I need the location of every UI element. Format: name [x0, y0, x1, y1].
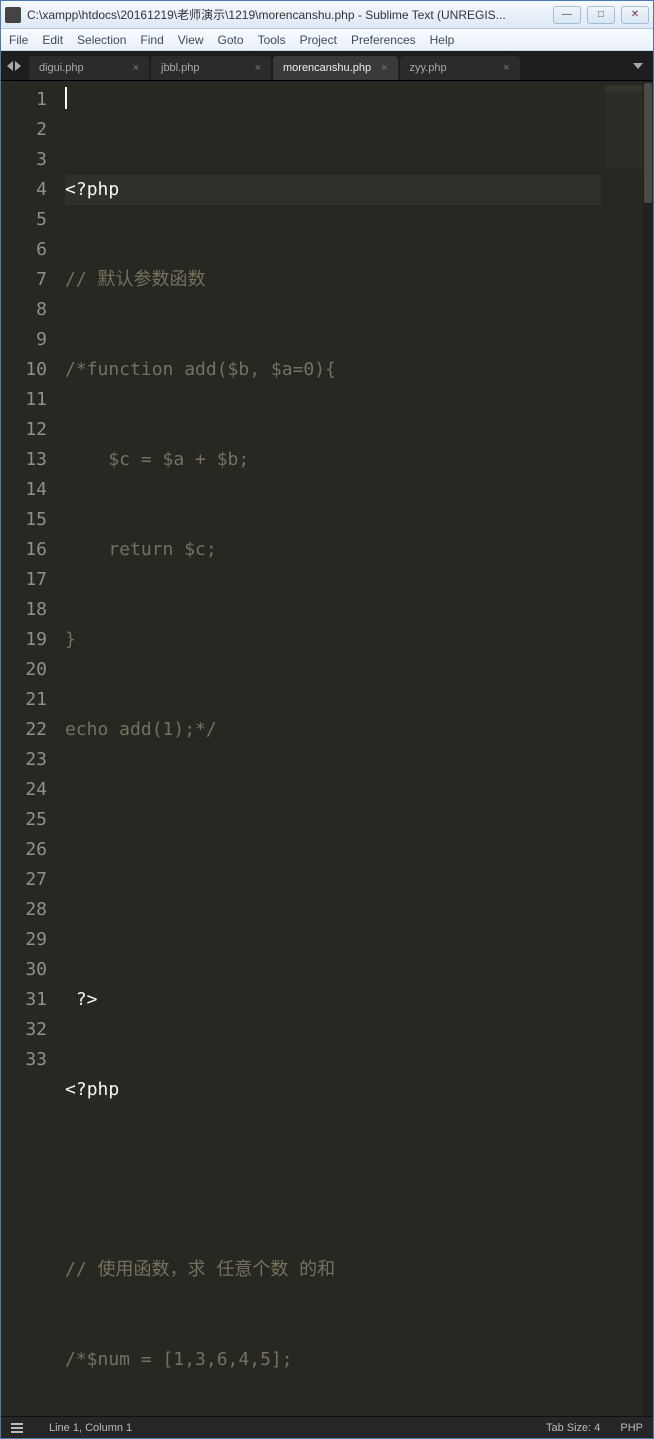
line-number: 5 [1, 205, 47, 235]
close-icon[interactable]: × [381, 62, 387, 74]
tab-jbbl[interactable]: jbbl.php × [151, 56, 271, 80]
line-number: 17 [1, 565, 47, 595]
menu-help[interactable]: Help [430, 33, 455, 47]
line-number: 27 [1, 865, 47, 895]
line-number: 19 [1, 625, 47, 655]
line-gutter: 1 2 3 4 5 6 7 8 9 10 11 12 13 14 15 16 1… [1, 81, 57, 1416]
chevron-down-icon [633, 63, 643, 69]
scrollbar-thumb[interactable] [644, 83, 652, 203]
line-number: 7 [1, 265, 47, 295]
code-content[interactable]: <?php // 默认参数函数 /*function add($b, $a=0)… [57, 81, 601, 1416]
tab-label: jbbl.php [161, 62, 200, 74]
menu-view[interactable]: View [178, 33, 204, 47]
line-number: 31 [1, 985, 47, 1015]
menu-project[interactable]: Project [300, 33, 337, 47]
code-line: <?php [65, 175, 601, 205]
code-line: return $c; [65, 535, 601, 565]
line-number: 20 [1, 655, 47, 685]
line-number: 16 [1, 535, 47, 565]
window-titlebar: C:\xampp\htdocs\20161219\老师演示\1219\moren… [1, 1, 653, 29]
line-number: 22 [1, 715, 47, 745]
line-number: 28 [1, 895, 47, 925]
line-number: 30 [1, 955, 47, 985]
code-line: } [65, 625, 601, 655]
tab-label: zyy.php [410, 62, 447, 74]
code-line [65, 895, 601, 925]
menu-preferences[interactable]: Preferences [351, 33, 416, 47]
line-number: 4 [1, 175, 47, 205]
menu-goto[interactable]: Goto [218, 33, 244, 47]
line-number: 21 [1, 685, 47, 715]
status-language[interactable]: PHP [620, 1422, 643, 1434]
menu-selection[interactable]: Selection [77, 33, 126, 47]
window-title: C:\xampp\htdocs\20161219\老师演示\1219\moren… [27, 6, 553, 23]
status-cursor[interactable]: Line 1, Column 1 [49, 1422, 132, 1434]
status-tabsize[interactable]: Tab Size: 4 [546, 1422, 600, 1434]
app-icon [5, 7, 21, 23]
menu-bar: File Edit Selection Find View Goto Tools… [1, 29, 653, 51]
window-controls: — □ ✕ [553, 6, 649, 24]
line-number: 13 [1, 445, 47, 475]
menu-icon[interactable] [11, 1423, 23, 1433]
minimize-button[interactable]: — [553, 6, 581, 24]
text-cursor [65, 87, 67, 109]
line-number: 18 [1, 595, 47, 625]
close-icon[interactable]: × [503, 62, 509, 74]
line-number: 33 [1, 1045, 47, 1075]
line-number: 29 [1, 925, 47, 955]
tab-zyy[interactable]: zyy.php × [400, 56, 520, 80]
menu-find[interactable]: Find [140, 33, 163, 47]
editor-area[interactable]: 1 2 3 4 5 6 7 8 9 10 11 12 13 14 15 16 1… [1, 81, 653, 1416]
code-line: /*$num = [1,3,6,4,5]; [65, 1345, 601, 1375]
line-number: 8 [1, 295, 47, 325]
line-number: 23 [1, 745, 47, 775]
menu-edit[interactable]: Edit [42, 33, 63, 47]
line-number: 15 [1, 505, 47, 535]
line-number: 24 [1, 775, 47, 805]
line-number: 10 [1, 355, 47, 385]
code-line [65, 805, 601, 835]
line-number: 14 [1, 475, 47, 505]
line-number: 2 [1, 115, 47, 145]
line-number: 1 [1, 85, 47, 115]
code-line: // 使用函数，求 任意个数 的和 [65, 1255, 601, 1285]
code-line: echo add(1);*/ [65, 715, 601, 745]
line-number: 11 [1, 385, 47, 415]
tab-overflow[interactable] [635, 61, 641, 71]
chevron-right-icon [15, 61, 21, 71]
tab-digui[interactable]: digui.php × [29, 56, 149, 80]
line-number: 6 [1, 235, 47, 265]
tab-morencanshu[interactable]: morencanshu.php × [273, 56, 398, 80]
tab-bar: digui.php × jbbl.php × morencanshu.php ×… [1, 51, 653, 81]
line-number: 3 [1, 145, 47, 175]
menu-tools[interactable]: Tools [258, 33, 286, 47]
line-number: 9 [1, 325, 47, 355]
line-number: 12 [1, 415, 47, 445]
code-line: ?> [65, 985, 601, 1015]
code-line: $c = $a + $b; [65, 445, 601, 475]
close-icon[interactable]: × [133, 62, 139, 74]
code-line: // 默认参数函数 [65, 265, 601, 295]
line-number: 25 [1, 805, 47, 835]
tab-label: morencanshu.php [283, 62, 371, 74]
tab-label: digui.php [39, 62, 84, 74]
code-line [65, 1165, 601, 1195]
chevron-left-icon [7, 61, 13, 71]
line-number: 26 [1, 835, 47, 865]
menu-file[interactable]: File [9, 33, 28, 47]
close-button[interactable]: ✕ [621, 6, 649, 24]
maximize-button[interactable]: □ [587, 6, 615, 24]
close-icon[interactable]: × [255, 62, 261, 74]
status-bar: Line 1, Column 1 Tab Size: 4 PHP [1, 1416, 653, 1438]
line-number: 32 [1, 1015, 47, 1045]
code-line: <?php [65, 1075, 601, 1105]
vertical-scrollbar[interactable] [643, 81, 653, 1416]
tab-nav-left[interactable] [7, 61, 21, 71]
code-line: /*function add($b, $a=0){ [65, 355, 601, 385]
